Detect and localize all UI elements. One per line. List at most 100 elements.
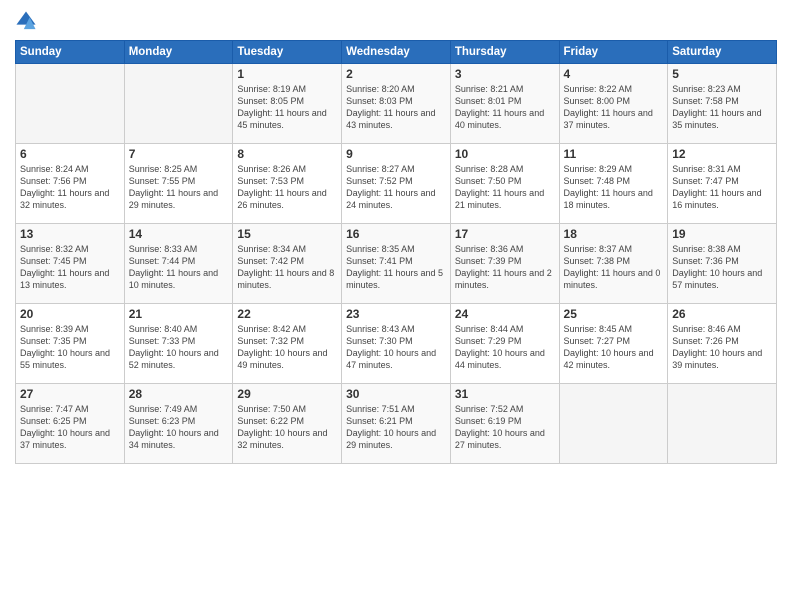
day-number: 10 (455, 147, 555, 161)
day-info: Sunrise: 7:51 AM Sunset: 6:21 PM Dayligh… (346, 403, 446, 452)
day-number: 27 (20, 387, 120, 401)
day-number: 21 (129, 307, 229, 321)
calendar-cell: 22Sunrise: 8:42 AM Sunset: 7:32 PM Dayli… (233, 304, 342, 384)
day-number: 26 (672, 307, 772, 321)
day-number: 20 (20, 307, 120, 321)
calendar-cell: 4 Sunrise: 8:22 AM Sunset: 8:00 PM Daylig… (559, 64, 668, 144)
day-info: Sunrise: 7:52 AM Sunset: 6:19 PM Dayligh… (455, 403, 555, 452)
day-number: 14 (129, 227, 229, 241)
calendar-header-monday: Monday (124, 41, 233, 64)
calendar-cell: 31 Sunrise: 7:52 AM Sunset: 6:19 PM Dayli… (450, 384, 559, 464)
calendar-cell: 13 Sunrise: 8:32 AM Sunset: 7:45 PM Dayli… (16, 224, 125, 304)
day-number: 9 (346, 147, 446, 161)
logo-icon (15, 10, 37, 32)
calendar-header-friday: Friday (559, 41, 668, 64)
day-info: Sunrise: 8:44 AM Sunset: 7:29 PM Dayligh… (455, 323, 555, 372)
calendar-cell: 29 Sunrise: 7:50 AM Sunset: 6:22 PM Dayli… (233, 384, 342, 464)
page: SundayMondayTuesdayWednesdayThursdayFrid… (0, 0, 792, 612)
calendar-header-saturday: Saturday (668, 41, 777, 64)
day-number: 4 (564, 67, 664, 81)
logo (15, 10, 39, 32)
day-info: Sunrise: 8:23 AM Sunset: 7:58 PM Dayligh… (672, 83, 772, 132)
day-info: Sunrise: 8:35 AM Sunset: 7:41 PM Dayligh… (346, 243, 446, 292)
calendar-cell (16, 64, 125, 144)
day-info: Sunrise: 8:37 AM Sunset: 7:38 PM Dayligh… (564, 243, 664, 292)
calendar-cell: 20 Sunrise: 8:39 AM Sunset: 7:35 PM Dayli… (16, 304, 125, 384)
calendar-cell (668, 384, 777, 464)
day-info: Sunrise: 8:27 AM Sunset: 7:52 PM Dayligh… (346, 163, 446, 212)
day-info: Sunrise: 8:46 AM Sunset: 7:26 PM Dayligh… (672, 323, 772, 372)
day-number: 18 (564, 227, 664, 241)
header (15, 10, 777, 32)
day-info: Sunrise: 8:39 AM Sunset: 7:35 PM Dayligh… (20, 323, 120, 372)
calendar-cell: 7Sunrise: 8:25 AM Sunset: 7:55 PM Daylig… (124, 144, 233, 224)
calendar-cell: 2Sunrise: 8:20 AM Sunset: 8:03 PM Daylig… (342, 64, 451, 144)
calendar-cell: 16 Sunrise: 8:35 AM Sunset: 7:41 PM Dayli… (342, 224, 451, 304)
calendar-cell: 15 Sunrise: 8:34 AM Sunset: 7:42 PM Dayli… (233, 224, 342, 304)
day-number: 23 (346, 307, 446, 321)
calendar-header-sunday: Sunday (16, 41, 125, 64)
day-number: 31 (455, 387, 555, 401)
day-number: 12 (672, 147, 772, 161)
day-info: Sunrise: 8:32 AM Sunset: 7:45 PM Dayligh… (20, 243, 120, 292)
day-info: Sunrise: 8:34 AM Sunset: 7:42 PM Dayligh… (237, 243, 337, 292)
calendar-cell: 9 Sunrise: 8:27 AM Sunset: 7:52 PM Daylig… (342, 144, 451, 224)
day-number: 1 (237, 67, 337, 81)
day-info: Sunrise: 8:31 AM Sunset: 7:47 PM Dayligh… (672, 163, 772, 212)
day-number: 16 (346, 227, 446, 241)
day-info: Sunrise: 8:26 AM Sunset: 7:53 PM Dayligh… (237, 163, 337, 212)
calendar-header-row: SundayMondayTuesdayWednesdayThursdayFrid… (16, 41, 777, 64)
calendar-header-tuesday: Tuesday (233, 41, 342, 64)
calendar-cell (124, 64, 233, 144)
day-info: Sunrise: 7:49 AM Sunset: 6:23 PM Dayligh… (129, 403, 229, 452)
day-info: Sunrise: 7:50 AM Sunset: 6:22 PM Dayligh… (237, 403, 337, 452)
day-number: 8 (237, 147, 337, 161)
calendar-cell: 21 Sunrise: 8:40 AM Sunset: 7:33 PM Dayli… (124, 304, 233, 384)
day-number: 3 (455, 67, 555, 81)
calendar-cell: 18 Sunrise: 8:37 AM Sunset: 7:38 PM Dayli… (559, 224, 668, 304)
day-info: Sunrise: 8:45 AM Sunset: 7:27 PM Dayligh… (564, 323, 664, 372)
day-info: Sunrise: 8:25 AM Sunset: 7:55 PM Dayligh… (129, 163, 229, 212)
day-info: Sunrise: 8:29 AM Sunset: 7:48 PM Dayligh… (564, 163, 664, 212)
day-info: Sunrise: 8:22 AM Sunset: 8:00 PM Dayligh… (564, 83, 664, 132)
calendar-week-row: 27 Sunrise: 7:47 AM Sunset: 6:25 PM Dayli… (16, 384, 777, 464)
day-number: 5 (672, 67, 772, 81)
calendar-week-row: 1 Sunrise: 8:19 AM Sunset: 8:05 PM Daylig… (16, 64, 777, 144)
day-info: Sunrise: 8:19 AM Sunset: 8:05 PM Dayligh… (237, 83, 337, 132)
calendar-week-row: 6Sunrise: 8:24 AM Sunset: 7:56 PM Daylig… (16, 144, 777, 224)
day-info: Sunrise: 8:40 AM Sunset: 7:33 PM Dayligh… (129, 323, 229, 372)
calendar-cell: 25 Sunrise: 8:45 AM Sunset: 7:27 PM Dayli… (559, 304, 668, 384)
calendar-cell: 14 Sunrise: 8:33 AM Sunset: 7:44 PM Dayli… (124, 224, 233, 304)
calendar-cell: 28Sunrise: 7:49 AM Sunset: 6:23 PM Dayli… (124, 384, 233, 464)
calendar-cell: 17 Sunrise: 8:36 AM Sunset: 7:39 PM Dayli… (450, 224, 559, 304)
calendar-cell: 12 Sunrise: 8:31 AM Sunset: 7:47 PM Dayli… (668, 144, 777, 224)
calendar-cell: 6Sunrise: 8:24 AM Sunset: 7:56 PM Daylig… (16, 144, 125, 224)
calendar-cell: 8 Sunrise: 8:26 AM Sunset: 7:53 PM Daylig… (233, 144, 342, 224)
calendar-cell: 30 Sunrise: 7:51 AM Sunset: 6:21 PM Dayli… (342, 384, 451, 464)
day-info: Sunrise: 8:36 AM Sunset: 7:39 PM Dayligh… (455, 243, 555, 292)
day-number: 19 (672, 227, 772, 241)
day-info: Sunrise: 8:43 AM Sunset: 7:30 PM Dayligh… (346, 323, 446, 372)
calendar-week-row: 13 Sunrise: 8:32 AM Sunset: 7:45 PM Dayli… (16, 224, 777, 304)
day-number: 11 (564, 147, 664, 161)
calendar-cell: 23 Sunrise: 8:43 AM Sunset: 7:30 PM Dayli… (342, 304, 451, 384)
day-info: Sunrise: 8:21 AM Sunset: 8:01 PM Dayligh… (455, 83, 555, 132)
calendar-cell: 27 Sunrise: 7:47 AM Sunset: 6:25 PM Dayli… (16, 384, 125, 464)
day-number: 15 (237, 227, 337, 241)
day-info: Sunrise: 7:47 AM Sunset: 6:25 PM Dayligh… (20, 403, 120, 452)
calendar-cell: 10Sunrise: 8:28 AM Sunset: 7:50 PM Dayli… (450, 144, 559, 224)
day-number: 30 (346, 387, 446, 401)
day-info: Sunrise: 8:24 AM Sunset: 7:56 PM Dayligh… (20, 163, 120, 212)
day-info: Sunrise: 8:33 AM Sunset: 7:44 PM Dayligh… (129, 243, 229, 292)
calendar-cell: 19 Sunrise: 8:38 AM Sunset: 7:36 PM Dayli… (668, 224, 777, 304)
calendar-cell: 5 Sunrise: 8:23 AM Sunset: 7:58 PM Daylig… (668, 64, 777, 144)
day-number: 24 (455, 307, 555, 321)
calendar-cell: 24 Sunrise: 8:44 AM Sunset: 7:29 PM Dayli… (450, 304, 559, 384)
calendar-cell: 11 Sunrise: 8:29 AM Sunset: 7:48 PM Dayli… (559, 144, 668, 224)
day-number: 17 (455, 227, 555, 241)
day-number: 29 (237, 387, 337, 401)
day-number: 25 (564, 307, 664, 321)
calendar-cell: 26 Sunrise: 8:46 AM Sunset: 7:26 PM Dayli… (668, 304, 777, 384)
day-info: Sunrise: 8:38 AM Sunset: 7:36 PM Dayligh… (672, 243, 772, 292)
day-number: 13 (20, 227, 120, 241)
